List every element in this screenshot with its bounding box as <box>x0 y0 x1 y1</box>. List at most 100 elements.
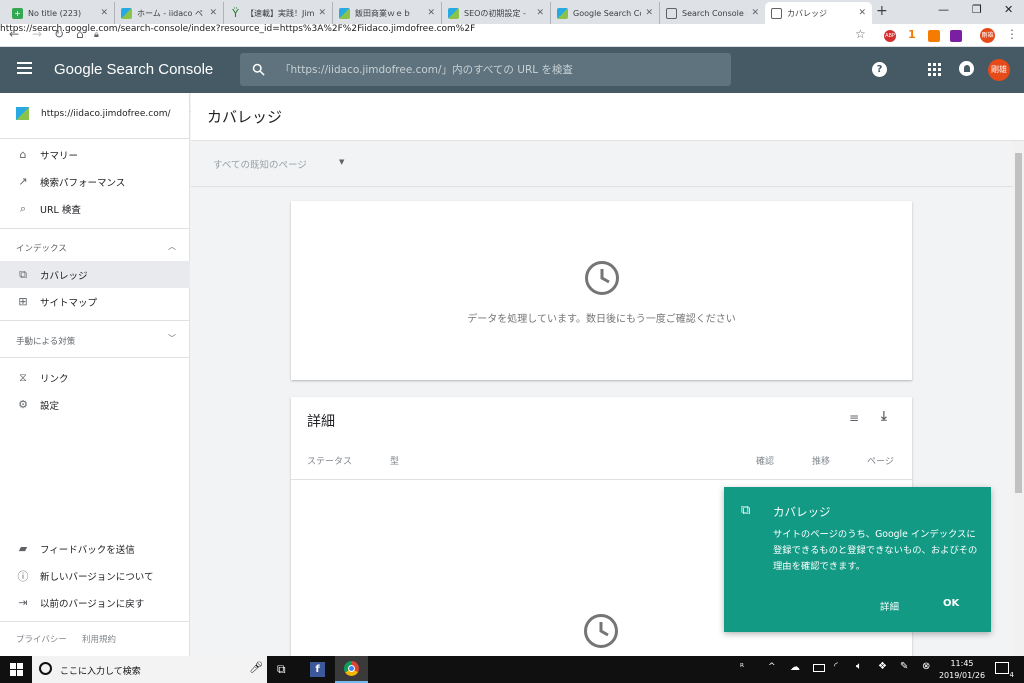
chrome-icon <box>344 661 359 676</box>
sidebar-item-summary[interactable]: ⌂ サマリー <box>0 141 190 168</box>
microphone-icon: 🎤︎ <box>249 661 263 674</box>
search-console-icon <box>666 7 677 19</box>
sidebar-item-url-inspection[interactable]: ⌕ URL 検査 <box>0 195 190 222</box>
volume-icon[interactable]: 🔈︎ <box>856 661 862 672</box>
sidebar-item-links[interactable]: ⧖ リンク <box>0 364 190 391</box>
profile-avatar[interactable]: 剛雄 <box>980 28 995 43</box>
chevron-down-icon[interactable]: ﹀ <box>168 333 176 344</box>
close-tab-icon[interactable]: ✕ <box>536 8 544 18</box>
url-inspect-search[interactable]: 「https://iidaco.jimdofree.com/」内のすべての UR… <box>240 53 731 86</box>
notifications-icon[interactable] <box>959 61 974 76</box>
facebook-icon[interactable]: f <box>310 662 325 677</box>
browser-tab[interactable]: SEOの初期設定 - ✕ <box>442 2 551 24</box>
privacy-link[interactable]: プライバシー <box>16 633 67 645</box>
dropdown-arrow-icon[interactable]: ▼ <box>339 158 344 166</box>
column-header-type[interactable]: 型 <box>390 454 399 467</box>
close-tab-icon[interactable]: ✕ <box>209 8 217 18</box>
filter-dropdown[interactable]: すべての既知のページ <box>213 157 307 171</box>
divider <box>291 479 912 480</box>
address-bar: ← → ↻ ⌂ 🔒︎ https://search.google.com/sea… <box>0 24 1024 47</box>
minimize-button[interactable]: — <box>938 3 949 16</box>
people-icon[interactable]: ᴿ <box>740 663 744 673</box>
browser-tab-active[interactable]: カバレッジ ✕ <box>765 2 872 24</box>
close-window-button[interactable]: ✕ <box>1004 3 1013 16</box>
property-selector[interactable]: https://iidaco.jimdofree.com/ ▼ <box>16 107 196 120</box>
close-tab-icon[interactable]: ✕ <box>751 8 759 18</box>
dropbox-icon[interactable]: ❖ <box>878 661 887 672</box>
column-header-pages[interactable]: ページ <box>867 454 894 467</box>
apps-grid-icon[interactable] <box>928 63 941 76</box>
wifi-icon[interactable]: ◜ <box>834 661 838 672</box>
sidebar-item-settings[interactable]: ⚙ 設定 <box>0 391 190 418</box>
close-tab-icon[interactable]: ✕ <box>318 8 326 18</box>
column-header-trend[interactable]: 推移 <box>812 454 830 467</box>
scrollbar-thumb[interactable] <box>1015 153 1022 493</box>
terms-link[interactable]: 利用規約 <box>82 633 116 645</box>
battery-icon[interactable] <box>813 664 825 672</box>
home-icon[interactable]: ⌂ <box>76 27 84 41</box>
section-manual-actions-header[interactable]: 手動による対策 <box>16 335 75 347</box>
back-icon[interactable]: ← <box>9 27 19 41</box>
clock-time[interactable]: 11:45 <box>940 659 984 668</box>
close-tab-icon[interactable]: ✕ <box>858 8 866 18</box>
exit-icon: ⇥ <box>18 596 28 609</box>
download-icon[interactable]: ⤓ <box>881 409 887 424</box>
column-header-status[interactable]: ステータス <box>307 454 352 467</box>
hamburger-menu-icon[interactable] <box>17 62 32 74</box>
action-center-icon[interactable]: 4 <box>995 662 1014 679</box>
close-tab-icon[interactable]: ✕ <box>100 8 108 18</box>
browser-tab[interactable]: Ÿ 【速載】実践！Jim ✕ <box>224 2 333 24</box>
restore-button[interactable]: ❐ <box>972 3 982 16</box>
chrome-taskbar-button[interactable] <box>335 656 368 683</box>
chevron-up-icon[interactable]: ^ <box>768 662 776 672</box>
search-icon: ⌕ <box>19 201 27 215</box>
browser-tab[interactable]: ホーム - iidaco ペ ✕ <box>115 2 224 24</box>
extension-icon[interactable] <box>950 30 962 42</box>
sitemap-icon: ⊞ <box>18 295 28 308</box>
coverage-info-toast: ⧉ カバレッジ サイトのページのうち、Google インデックスに登録できるもの… <box>724 487 991 632</box>
taskbar-search-box[interactable]: ここに入力して検索 🎤︎ <box>32 656 267 683</box>
browser-tab[interactable]: + No title (223) ✕ <box>6 2 115 24</box>
adblock-icon[interactable]: ABP <box>884 30 896 42</box>
app-header: Google Search Console 「https://iidaco.ji… <box>0 47 1024 93</box>
toast-details-button[interactable]: 詳細 <box>880 599 899 613</box>
sidebar-item-sitemaps[interactable]: ⊞ サイトマップ <box>0 288 190 315</box>
reload-icon[interactable]: ↻ <box>54 27 64 41</box>
task-view-icon[interactable]: ⧉ <box>277 662 286 677</box>
url-field[interactable]: https://search.google.com/search-console… <box>0 24 1024 34</box>
account-avatar[interactable]: 剛雄 <box>988 59 1010 81</box>
browser-tab[interactable]: Search Console - ✕ <box>660 2 765 24</box>
column-header-validation[interactable]: 確認 <box>756 454 774 467</box>
filter-icon[interactable]: ≡ <box>849 411 859 425</box>
extension-badge[interactable]: 1 <box>908 28 916 41</box>
close-tab-icon[interactable]: ✕ <box>427 8 435 18</box>
new-tab-button[interactable]: + <box>876 3 888 19</box>
processing-message: データを処理しています。数日後にもう一度ご確認ください <box>467 314 736 325</box>
star-icon[interactable]: ☆ <box>855 27 866 41</box>
details-title: 詳細 <box>307 414 335 430</box>
section-index-header[interactable]: インデックス <box>16 242 67 254</box>
browser-tab[interactable]: 飯田商業ｗｅｂ ✕ <box>333 2 442 24</box>
browser-tab[interactable]: Google Search Co ✕ <box>551 2 660 24</box>
sidebar-item-coverage[interactable]: ⧉ カバレッジ <box>0 261 190 288</box>
windows-start-icon[interactable] <box>10 663 23 676</box>
chrome-menu-icon[interactable]: ⋮ <box>1006 27 1018 41</box>
chevron-up-icon[interactable]: ︿ <box>168 241 176 252</box>
close-tab-icon[interactable]: ✕ <box>645 8 653 18</box>
sidebar-item-new-version[interactable]: ⓘ 新しいバージョンについて <box>0 562 190 589</box>
search-placeholder: 「https://iidaco.jimdofree.com/」内のすべての UR… <box>280 64 573 76</box>
rss-icon[interactable] <box>928 30 940 42</box>
help-icon[interactable]: ? <box>872 62 887 77</box>
lock-icon: 🔒︎ <box>94 30 99 40</box>
scrollbar-track[interactable] <box>1013 141 1024 656</box>
forward-icon[interactable]: → <box>32 27 42 41</box>
brand-title[interactable]: Google Search Console <box>54 61 213 78</box>
pen-icon[interactable]: ✎ <box>900 661 908 672</box>
close-circle-icon[interactable]: ⊗ <box>922 661 930 672</box>
sidebar-item-feedback[interactable]: ▰ フィードバックを送信 <box>0 535 190 562</box>
toast-ok-button[interactable]: OK <box>943 598 959 609</box>
clock-date[interactable]: 2019/01/26 <box>938 671 986 680</box>
sidebar-item-performance[interactable]: ↗ 検索パフォーマンス <box>0 168 190 195</box>
onedrive-icon[interactable]: ☁ <box>790 662 800 673</box>
sidebar-item-old-version[interactable]: ⇥ 以前のバージョンに戻す <box>0 589 190 616</box>
